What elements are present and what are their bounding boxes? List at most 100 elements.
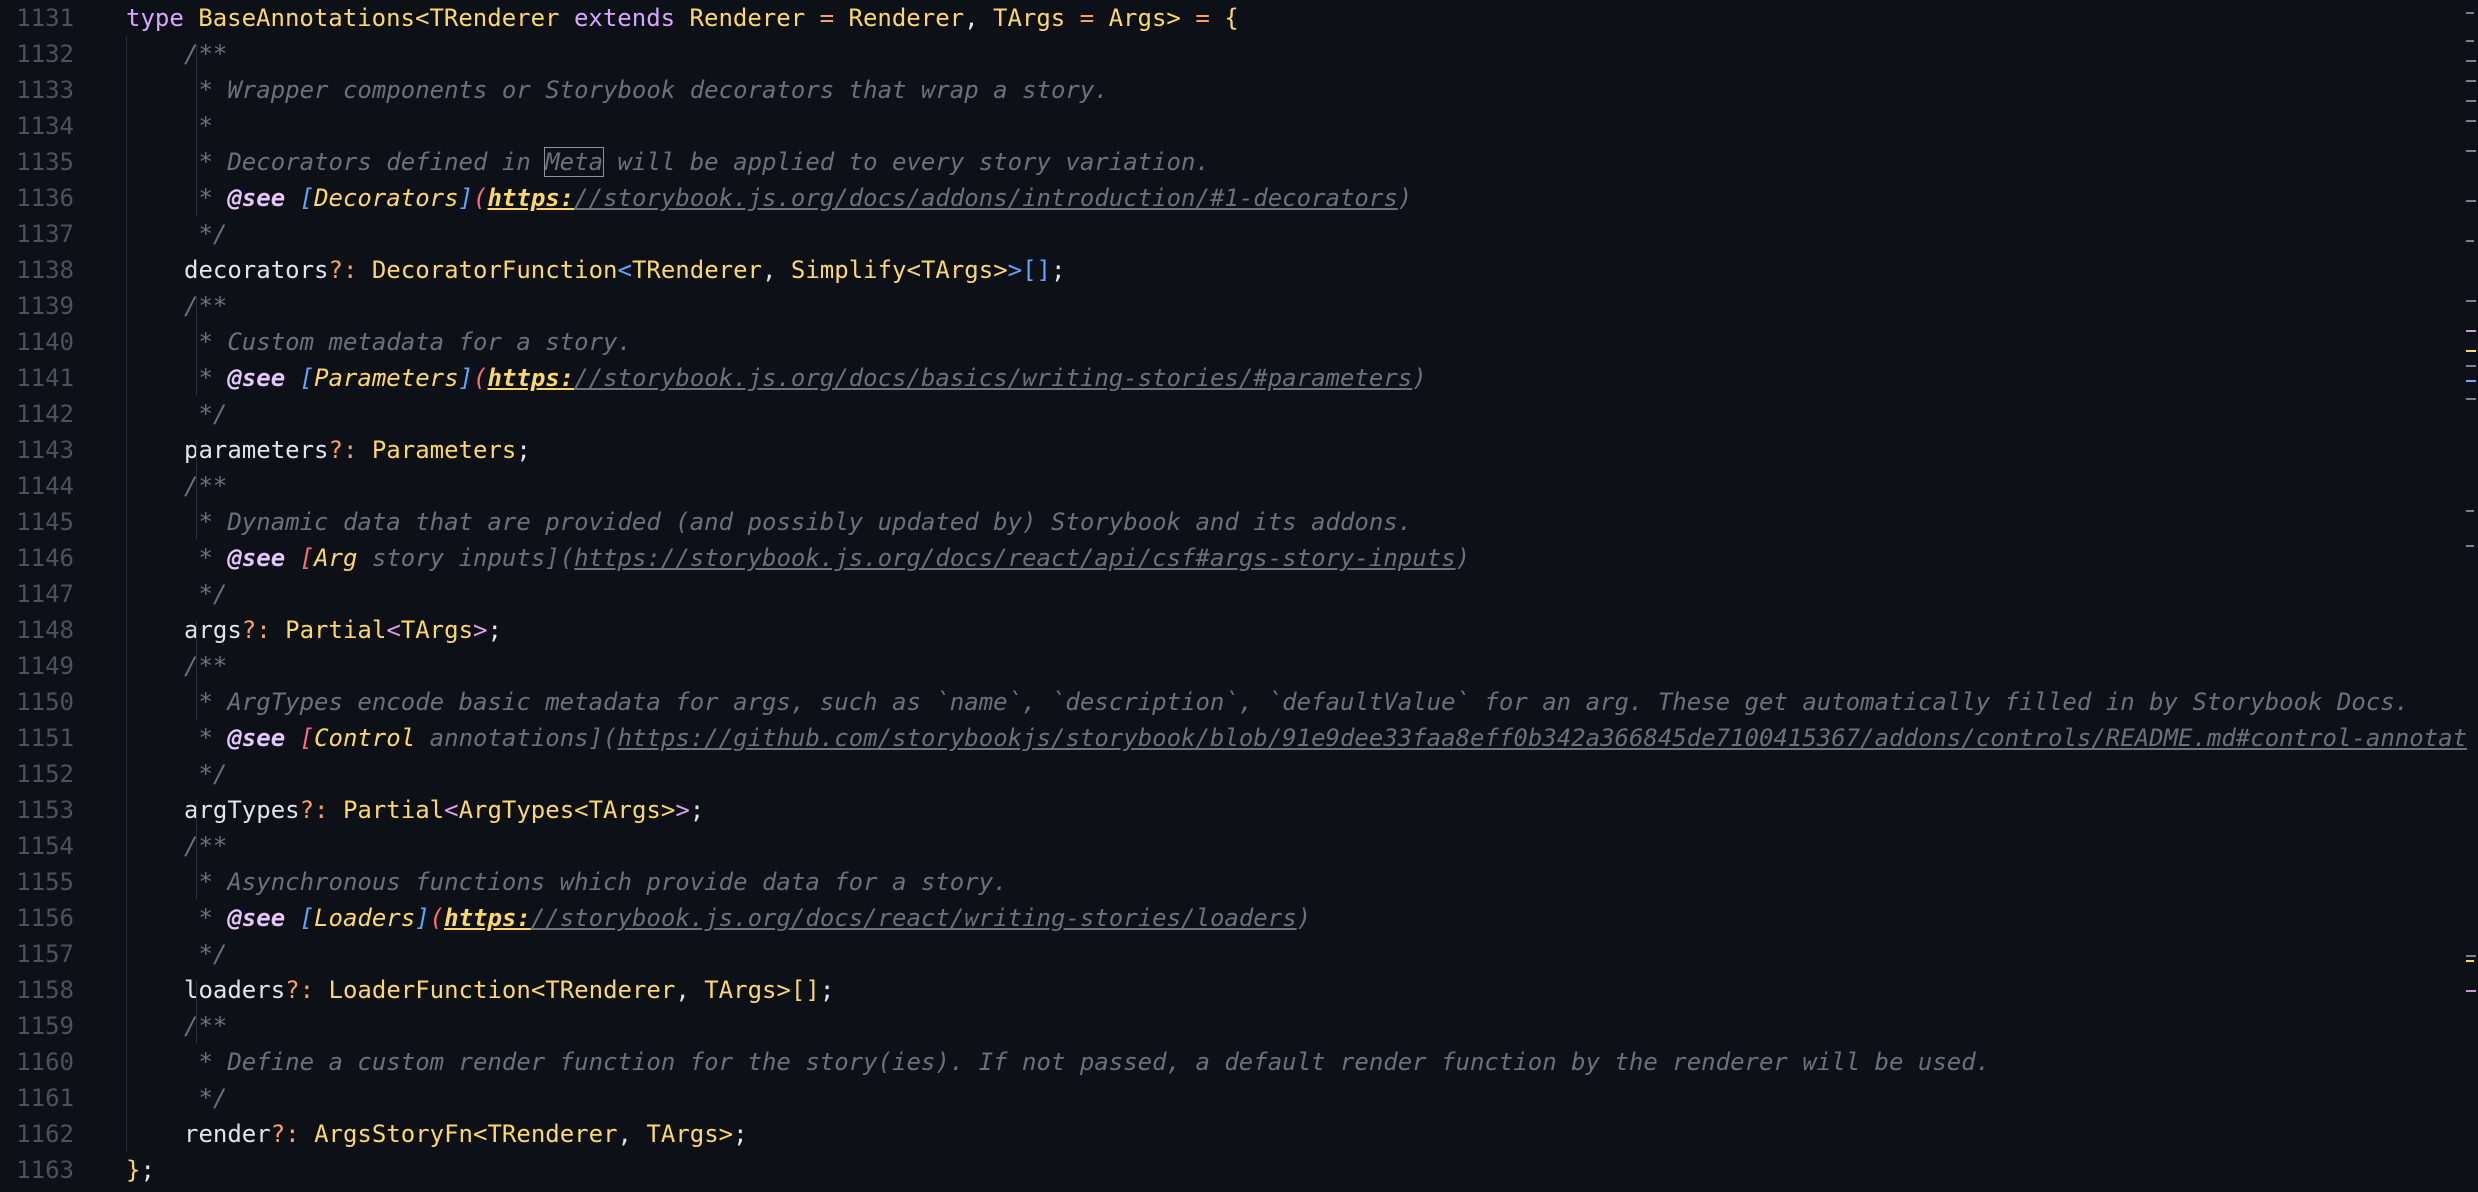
code-token: TRenderer (631, 256, 762, 284)
code-line[interactable]: 1156 * @see [Loaders](https://storybook.… (0, 900, 2470, 936)
code-line[interactable]: 1162 render?: ArgsStoryFn<TRenderer, TArg… (0, 1116, 2470, 1152)
code-token: */ (184, 1084, 228, 1112)
line-code: /** (184, 468, 2478, 504)
code-line[interactable]: 1155 * Asynchronous functions which prov… (0, 864, 2470, 900)
code-line[interactable]: 1132 /** (0, 36, 2470, 72)
code-line[interactable]: 1147 */ (0, 576, 2470, 612)
code-line[interactable]: 1145 * Dynamic data that are provided (a… (0, 504, 2470, 540)
code-editor[interactable]: 1131 type BaseAnnotations<TRenderer exten… (0, 0, 2478, 1192)
code-line[interactable]: 1139 /** (0, 288, 2470, 324)
line-code: parameters?: Parameters; (184, 432, 2478, 468)
code-line[interactable]: 1135 * Decorators defined in Meta will b… (0, 144, 2470, 180)
code-line[interactable]: 1141 * @see [Parameters](https://storybo… (0, 360, 2470, 396)
line-number: 1147 (16, 580, 74, 608)
code-line[interactable]: 1151 * @see [Control annotations](https:… (0, 720, 2470, 756)
code-token: * (184, 724, 228, 752)
code-line[interactable]: 1131 type BaseAnnotations<TRenderer exten… (0, 0, 2470, 36)
line-number: 1134 (16, 112, 74, 140)
code-token: > (660, 796, 676, 824)
code-token: ( (429, 904, 445, 932)
code-token: ) (1412, 364, 1427, 392)
code-token: > (718, 1120, 734, 1148)
code-token: ?: (285, 976, 329, 1004)
code-line[interactable]: 1152 */ (0, 756, 2470, 792)
code-token: * (184, 184, 228, 212)
code-token: TArgs (646, 1120, 719, 1148)
code-line[interactable]: 1138 decorators?: DecoratorFunction<TRend… (0, 252, 2470, 288)
code-line[interactable]: 1150 * ArgTypes encode basic metadata fo… (0, 684, 2470, 720)
line-number: 1153 (16, 796, 74, 824)
code-token: , (675, 976, 705, 1004)
comment-guide (196, 296, 197, 396)
code-token: https://github.com/storybookjs/storybook… (617, 724, 2468, 752)
code-line[interactable]: 1136 * @see [Decorators](https://storybo… (0, 180, 2470, 216)
code-token: ?: (299, 796, 343, 824)
code-token: ) (1397, 184, 1413, 212)
code-token: */ (184, 580, 228, 608)
line-code: * Define a custom render function for th… (184, 1044, 2478, 1080)
code-token: //storybook.js.org/docs/addons/introduct… (574, 184, 1398, 212)
comment-guide (196, 980, 197, 1044)
ruler-mark (2466, 398, 2476, 400)
code-line[interactable]: 1161 */ (0, 1080, 2470, 1116)
code-line[interactable]: 1159 /** (0, 1008, 2470, 1044)
code-line[interactable]: 1143 parameters?: Parameters; (0, 432, 2470, 468)
line-code: * @see [Decorators](https://storybook.js… (184, 180, 2478, 216)
ruler-mark (2466, 150, 2476, 152)
code-line[interactable]: 1153 argTypes?: Partial<ArgTypes<TArgs>>; (0, 792, 2470, 828)
code-token: > (473, 616, 488, 644)
code-line[interactable]: 1149 /** (0, 648, 2470, 684)
code-token: Parameters (314, 364, 459, 392)
code-line[interactable]: 1137 */ (0, 216, 2470, 252)
code-token: ArgsStoryFn (314, 1120, 474, 1148)
code-line[interactable]: 1163}; (0, 1152, 2470, 1188)
code-line[interactable]: 1157 */ (0, 936, 2470, 972)
overview-ruler[interactable] (2464, 0, 2478, 1192)
code-token: [] (1022, 256, 1052, 284)
code-line[interactable]: 1146 * @see [Arg story inputs](https://s… (0, 540, 2470, 576)
code-token: ) (1296, 904, 1312, 932)
code-token: > (1007, 256, 1023, 284)
line-number: 1131 (16, 4, 74, 32)
code-token: * Dynamic data that are provided (and po… (184, 508, 1413, 536)
ruler-mark (2466, 120, 2476, 122)
code-token: [ (299, 904, 315, 932)
code-token: * Define a custom render function for th… (184, 1048, 1991, 1076)
code-token: */ (184, 760, 228, 788)
line-code: * @see [Parameters](https://storybook.js… (184, 360, 2478, 396)
code-line[interactable]: 1133 * Wrapper components or Storybook d… (0, 72, 2470, 108)
code-token: * Custom metadata for a story. (184, 328, 632, 356)
code-token: * (184, 364, 228, 392)
code-line[interactable]: 1160 * Define a custom render function f… (0, 1044, 2470, 1080)
line-number: 1157 (16, 940, 74, 968)
code-token: < (444, 796, 459, 824)
line-code: * @see [Loaders](https://storybook.js.or… (184, 900, 2478, 936)
code-line[interactable]: 1148 args?: Partial<TArgs>; (0, 612, 2470, 648)
code-line[interactable]: 1140 * Custom metadata for a story. (0, 324, 2470, 360)
code-token: TRenderer (487, 1120, 618, 1148)
code-token: Partial (342, 796, 445, 824)
line-number: 1154 (16, 832, 74, 860)
line-number: 1142 (16, 400, 74, 428)
code-token: @see (227, 184, 300, 212)
ruler-mark (2466, 100, 2476, 102)
line-number: 1151 (16, 724, 74, 752)
line-number: 1135 (16, 148, 74, 176)
code-line[interactable]: 1144 /** (0, 468, 2470, 504)
code-line[interactable]: 1134 * (0, 108, 2470, 144)
code-token: ] (458, 364, 474, 392)
ruler-mark (2466, 200, 2476, 202)
code-token: ; (819, 976, 835, 1004)
code-line[interactable]: 1142 */ (0, 396, 2470, 432)
code-token: = (1195, 4, 1225, 32)
code-line[interactable]: 1154 /** (0, 828, 2470, 864)
code-token: Arg (314, 544, 358, 572)
code-token: https://storybook.js.org/docs/react/api/… (574, 544, 1456, 572)
line-code: type BaseAnnotations<TRenderer extends R… (126, 0, 2466, 36)
line-code: render?: ArgsStoryFn<TRenderer, TArgs>; (184, 1116, 2478, 1152)
code-token: https: (487, 364, 575, 392)
line-number: 1139 (16, 292, 74, 320)
code-line[interactable]: 1158 loaders?: LoaderFunction<TRenderer, … (0, 972, 2470, 1008)
ruler-mark (2466, 365, 2476, 367)
code-token: > (675, 796, 690, 824)
